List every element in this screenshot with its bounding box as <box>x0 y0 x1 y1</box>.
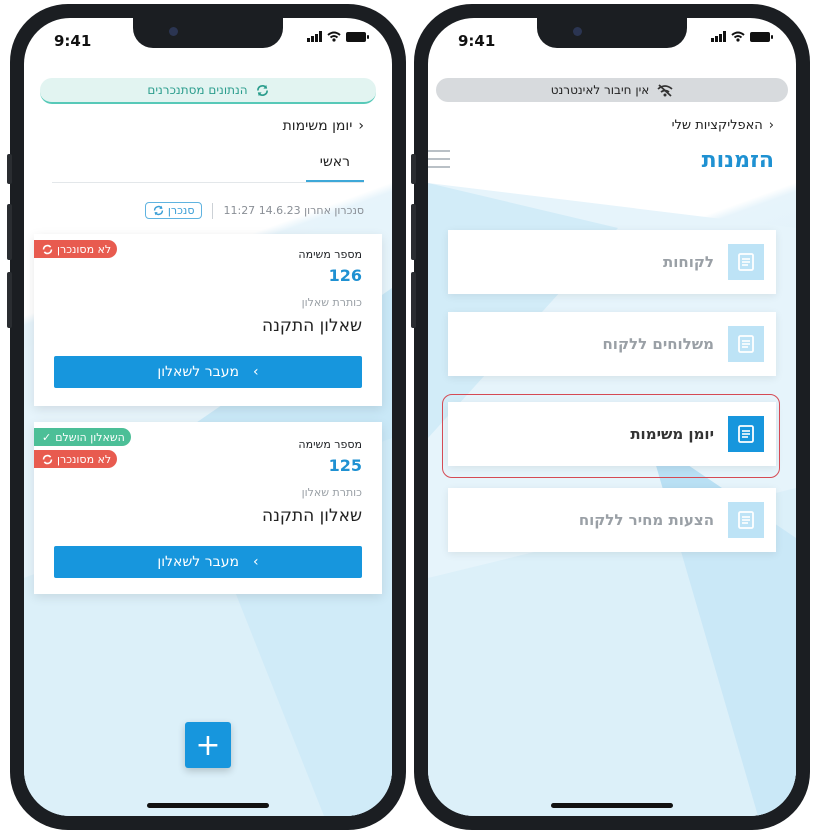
breadcrumb[interactable]: ‹ יומן משימות <box>283 118 364 134</box>
mute-switch <box>7 154 12 184</box>
home-indicator <box>551 803 673 808</box>
badge-text: השאלון הושלם <box>55 430 125 444</box>
chevron-left-icon: ‹ <box>252 554 259 570</box>
signal-icon <box>711 31 726 42</box>
wifi-off-icon <box>657 83 673 97</box>
task-number-label: מספר משימה <box>298 438 362 451</box>
signal-icon <box>307 31 322 42</box>
phone-frame-right: 9:41 אין חיבור לאינטרנט ‹ האפליקציות שלי… <box>411 4 810 830</box>
check-icon: ✓ <box>42 430 52 444</box>
volume-up-button <box>411 204 416 260</box>
sync-button-label: סנכרן <box>167 204 195 217</box>
questionnaire-title: שאלון התקנה <box>262 506 362 526</box>
app-item-label: הצעות מחיר ללקוח <box>578 511 714 529</box>
screen-right: 9:41 אין חיבור לאינטרנט ‹ האפליקציות שלי… <box>428 18 796 816</box>
notch <box>537 18 687 48</box>
task-card: לא מסונכרן מספר משימה 126 כותרת שאלון שא… <box>34 234 382 406</box>
offline-banner: אין חיבור לאינטרנט <box>436 78 788 102</box>
menu-icon[interactable] <box>428 150 450 174</box>
status-icons <box>711 31 773 42</box>
task-number: 125 <box>328 456 362 475</box>
phone-frame-left: 9:41 הנתונים מסתנכרנים ‹ יומן משימות ראש… <box>7 4 406 830</box>
volume-down-button <box>411 272 416 328</box>
wifi-icon <box>731 31 745 42</box>
questionnaire-label: כותרת שאלון <box>301 486 362 499</box>
status-icons <box>307 31 369 42</box>
mute-switch <box>411 154 416 184</box>
sync-banner: הנתונים מסתנכרנים <box>40 78 376 104</box>
breadcrumb[interactable]: ‹ האפליקציות שלי <box>672 118 774 133</box>
breadcrumb-label: יומן משימות <box>282 118 353 134</box>
not-synced-badge: לא מסונכרן <box>34 450 118 468</box>
sync-icon <box>42 454 53 464</box>
volume-up-button <box>7 204 12 260</box>
app-item-label: לקוחות <box>663 253 714 271</box>
not-synced-badge: לא מסונכרן <box>34 240 118 258</box>
completed-badge: ✓ השאלון הושלם <box>34 428 131 446</box>
selection-highlight <box>442 394 780 478</box>
sync-icon <box>256 84 268 96</box>
document-icon <box>728 244 764 280</box>
battery-icon <box>750 31 773 42</box>
chevron-left-icon: ‹ <box>252 364 259 380</box>
tab-main[interactable]: ראשי <box>305 154 364 182</box>
task-card: ✓ השאלון הושלם לא מסונכרן מספר משימה 125… <box>34 422 382 594</box>
task-number-label: מספר משימה <box>298 248 362 261</box>
status-time: 9:41 <box>54 32 92 50</box>
app-item-customer-deliveries[interactable]: משלוחים ללקוח <box>448 312 776 376</box>
go-to-questionnaire-button[interactable]: מעבר לשאלון ‹ <box>54 546 362 578</box>
button-label: מעבר לשאלון <box>157 554 239 570</box>
breadcrumb-chevron-icon: ‹ <box>358 118 364 134</box>
badge-text: לא מסונכרן <box>57 242 112 256</box>
task-number: 126 <box>328 266 362 285</box>
last-sync-text: סנכרון אחרון 14.6.23 11:27 <box>223 204 364 217</box>
document-icon <box>728 502 764 538</box>
notch <box>133 18 283 48</box>
document-icon <box>728 326 764 362</box>
volume-down-button <box>7 272 12 328</box>
badge-text: לא מסונכרן <box>57 452 112 466</box>
divider <box>212 202 214 219</box>
screen-left: 9:41 הנתונים מסתנכרנים ‹ יומן משימות ראש… <box>24 18 392 816</box>
app-item-label: משלוחים ללקוח <box>602 335 715 353</box>
app-item-customers[interactable]: לקוחות <box>448 230 776 294</box>
breadcrumb-label: האפליקציות שלי <box>671 118 763 133</box>
button-label: מעבר לשאלון <box>157 364 239 380</box>
battery-icon <box>346 31 369 42</box>
sync-icon <box>153 205 164 216</box>
wifi-icon <box>327 31 341 42</box>
sync-icon <box>42 244 53 254</box>
go-to-questionnaire-button[interactable]: מעבר לשאלון ‹ <box>54 356 362 388</box>
offline-banner-text: אין חיבור לאינטרנט <box>550 83 650 97</box>
add-button[interactable]: + <box>185 722 231 768</box>
questionnaire-label: כותרת שאלון <box>301 296 362 309</box>
status-time: 9:41 <box>458 32 496 50</box>
questionnaire-title: שאלון התקנה <box>262 316 362 336</box>
background-shape <box>24 198 392 816</box>
breadcrumb-chevron-icon: ‹ <box>768 118 774 133</box>
page-title: הזמנות <box>701 148 774 173</box>
app-item-price-quotes[interactable]: הצעות מחיר ללקוח <box>448 488 776 552</box>
tab-divider <box>52 182 364 183</box>
sync-row: סנכרון אחרון 14.6.23 11:27 סנכרן <box>144 202 364 219</box>
sync-button[interactable]: סנכרן <box>144 202 203 219</box>
sync-banner-text: הנתונים מסתנכרנים <box>147 83 248 97</box>
home-indicator <box>147 803 269 808</box>
